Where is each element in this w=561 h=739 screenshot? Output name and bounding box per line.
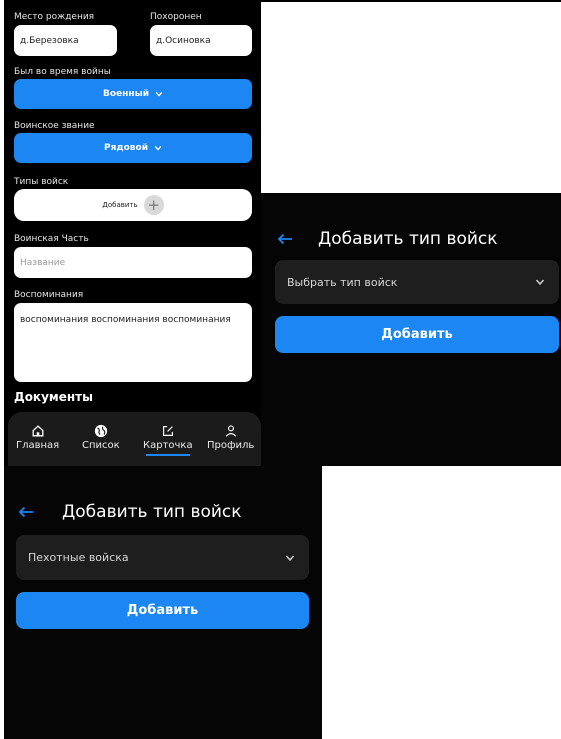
add-button[interactable]: Добавить <box>275 316 559 353</box>
memories-textarea[interactable]: воспоминания воспоминания воспоминания <box>14 303 252 382</box>
globe-icon <box>94 424 107 438</box>
troop-types-label: Типы войск <box>14 177 69 187</box>
active-tab-indicator <box>145 454 190 456</box>
edit-icon <box>162 426 173 436</box>
user-icon <box>225 425 236 437</box>
chevron-down-icon <box>535 279 545 286</box>
back-arrow-icon[interactable] <box>18 506 34 518</box>
war-role-label: Был во время войны <box>14 67 111 77</box>
troop-types-field: Добавить + <box>14 189 252 221</box>
chevron-down-icon <box>154 145 162 151</box>
chevron-down-icon <box>285 555 295 561</box>
troop-type-select-value: Пехотные войска <box>28 551 129 564</box>
war-role-dropdown[interactable]: Военный <box>14 79 252 109</box>
nav-item-profile[interactable]: Профиль <box>207 424 254 451</box>
unit-label: Воинская Часть <box>14 234 89 244</box>
rank-value: Рядовой <box>103 143 148 153</box>
nav-item-list[interactable]: Список <box>82 424 120 451</box>
nav-label-list: Список <box>82 440 120 451</box>
add-troop-type-button[interactable]: + <box>143 195 164 215</box>
unit-input[interactable]: Название <box>14 247 252 278</box>
dialog-title: Добавить тип войск <box>62 502 242 522</box>
add-troop-type-screen-selected: Добавить тип войск Пехотные войска Добав… <box>4 466 322 739</box>
troop-type-select[interactable]: Выбрать тип войск <box>275 260 559 304</box>
documents-heading: Документы <box>14 390 93 404</box>
nav-item-home[interactable]: Главная <box>16 424 59 451</box>
dialog-title: Добавить тип войск <box>318 229 498 249</box>
nav-label-card: Карточка <box>143 440 193 451</box>
rank-label: Воинское звание <box>14 121 95 131</box>
rank-dropdown[interactable]: Рядовой <box>14 133 252 163</box>
war-role-value: Военный <box>102 89 150 99</box>
back-arrow-icon[interactable] <box>277 233 293 245</box>
chevron-down-icon <box>155 91 163 97</box>
birthplace-label: Место рождения <box>14 12 95 22</box>
nav-label-home: Главная <box>16 440 60 451</box>
plus-icon: + <box>147 195 160 214</box>
bottom-navigation: Главная Список Карточка Профиль <box>8 412 261 466</box>
add-button[interactable]: Добавить <box>16 592 309 629</box>
card-form-screen: Место рождения Похоронен д.Березовка д.О… <box>4 2 261 466</box>
birthplace-field[interactable]: д.Березовка <box>14 25 117 56</box>
nav-label-profile: Профиль <box>207 440 255 451</box>
add-troop-type-label: Добавить <box>102 201 138 209</box>
troop-type-select[interactable]: Пехотные войска <box>16 535 309 580</box>
troop-type-select-placeholder: Выбрать тип войск <box>287 275 398 289</box>
buried-field[interactable]: д.Осиновка <box>150 25 252 56</box>
home-icon <box>32 425 44 437</box>
buried-label: Похоронен <box>150 12 202 22</box>
nav-item-card[interactable]: Карточка <box>143 424 193 456</box>
memories-label: Воспоминания <box>14 290 84 300</box>
add-troop-type-screen-empty: Добавить тип войск Выбрать тип войск Доб… <box>261 193 561 466</box>
